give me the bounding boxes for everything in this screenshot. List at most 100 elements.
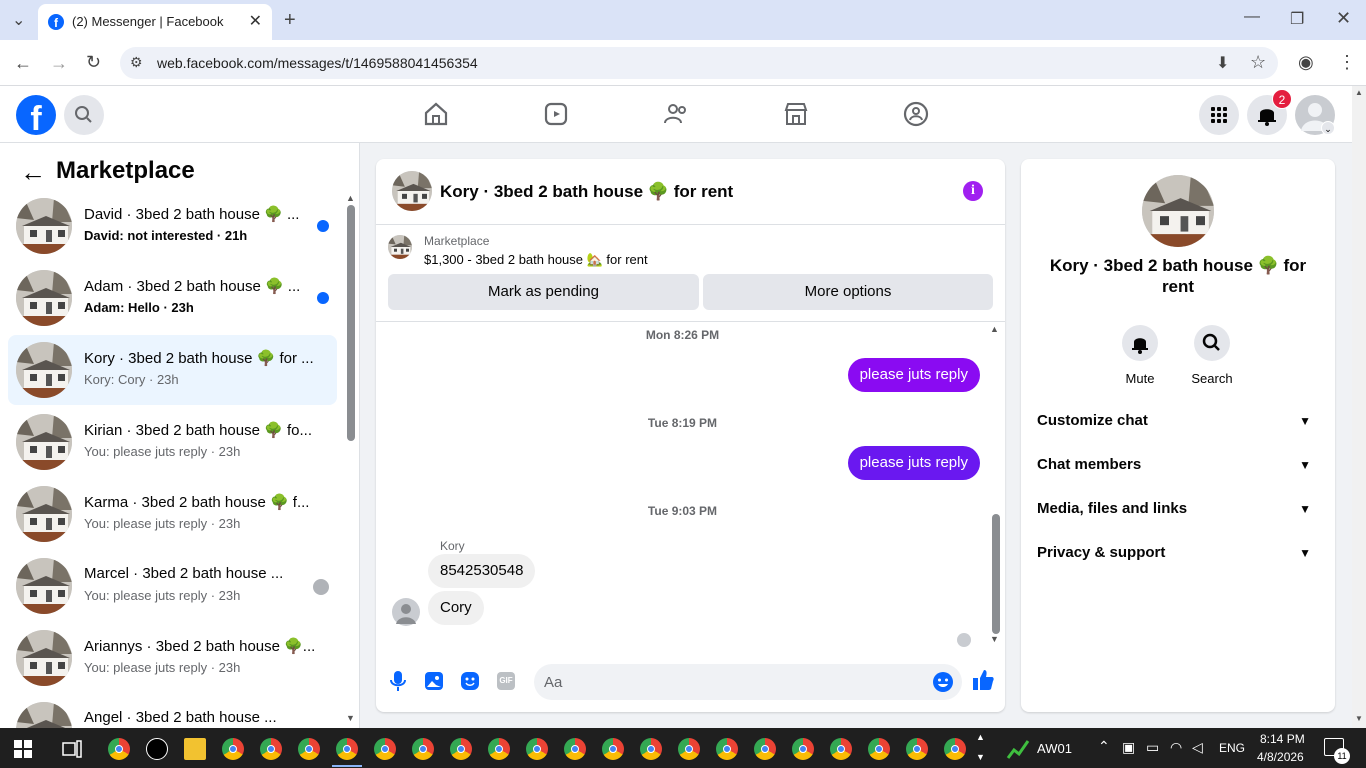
more-options-button[interactable]: More options — [703, 274, 993, 310]
volume-icon[interactable]: ◁ — [1192, 739, 1203, 756]
back-arrow-icon[interactable]: ← — [20, 157, 46, 188]
clock-time[interactable]: 8:14 PM — [1260, 732, 1305, 746]
search-in-chat-button[interactable]: Search — [1182, 325, 1242, 386]
customize-chat-row[interactable]: Customize chat ▼ — [1037, 399, 1319, 443]
thumbs-up-icon[interactable] — [972, 668, 994, 692]
video-icon[interactable] — [542, 100, 570, 128]
site-info-icon[interactable]: ⚙ — [130, 54, 143, 71]
chrome-icon[interactable] — [374, 738, 396, 760]
sticker-icon[interactable] — [460, 671, 480, 691]
chevron-up-icon[interactable]: ▲ — [976, 732, 985, 742]
restore-icon[interactable]: ❐ — [1290, 9, 1304, 29]
scroll-up-icon[interactable]: ▲ — [990, 324, 999, 334]
emoji-icon[interactable] — [932, 671, 954, 693]
chrome-icon[interactable] — [792, 738, 814, 760]
reload-icon[interactable]: ↻ — [86, 52, 101, 73]
home-icon[interactable] — [422, 100, 450, 128]
menu-grid-button[interactable] — [1199, 95, 1239, 135]
bookmark-star-icon[interactable]: ☆ — [1250, 52, 1266, 73]
conversation-item[interactable]: David · 3bed 2 bath house 🌳 ... David: no… — [8, 191, 337, 261]
info-icon[interactable]: i — [963, 181, 983, 201]
chrome-icon[interactable] — [450, 738, 472, 760]
scroll-up-icon[interactable]: ▲ — [346, 193, 355, 203]
scroll-up-icon[interactable]: ▲ — [1355, 88, 1363, 97]
gif-icon[interactable]: GIF — [497, 672, 515, 690]
sidebar-scrollbar[interactable] — [347, 205, 355, 441]
scroll-down-icon[interactable]: ▼ — [346, 713, 355, 723]
mark-as-pending-button[interactable]: Mark as pending — [388, 274, 699, 310]
chrome-icon[interactable] — [754, 738, 776, 760]
sender-avatar[interactable] — [392, 598, 420, 626]
media-files-links-row[interactable]: Media, files and links ▼ — [1037, 487, 1319, 531]
chrome-icon[interactable] — [526, 738, 548, 760]
chrome-icon[interactable] — [488, 738, 510, 760]
chrome-icon[interactable] — [260, 738, 282, 760]
scroll-down-icon[interactable]: ▼ — [1355, 714, 1363, 723]
listing-thumbnail[interactable] — [388, 235, 412, 259]
contact-avatar[interactable] — [1142, 175, 1214, 247]
privacy-support-row[interactable]: Privacy & support ▼ — [1037, 531, 1319, 575]
incoming-message[interactable]: 8542530548 — [428, 554, 536, 588]
conversation-item[interactable]: Angel · 3bed 2 bath house ... — [8, 695, 337, 728]
mute-button[interactable]: Mute — [1110, 325, 1170, 386]
conversation-item[interactable]: Kory · 3bed 2 bath house 🌳 for ... Kory: … — [8, 335, 337, 405]
outgoing-message[interactable]: please juts reply — [847, 358, 980, 392]
chrome-icon[interactable] — [640, 738, 662, 760]
chrome-icon[interactable] — [906, 738, 928, 760]
windows-start-icon[interactable] — [14, 740, 32, 758]
menu-icon[interactable]: ⋮ — [1338, 52, 1356, 73]
outgoing-message[interactable]: please juts reply — [847, 446, 980, 480]
chrome-icon[interactable] — [412, 738, 434, 760]
chrome-icon[interactable] — [944, 738, 966, 760]
page-scrollbar[interactable]: ▲ ▼ — [1352, 86, 1366, 728]
chrome-icon[interactable] — [678, 738, 700, 760]
chrome-icon[interactable] — [332, 738, 362, 767]
scroll-down-icon[interactable]: ▼ — [990, 634, 999, 644]
tiktok-icon[interactable] — [146, 738, 168, 760]
chat-members-row[interactable]: Chat members ▼ — [1037, 443, 1319, 487]
meet-icon[interactable]: ▣ — [1122, 739, 1135, 756]
chrome-icon[interactable] — [298, 738, 320, 760]
browser-tab[interactable]: f (2) Messenger | Facebook ✕ — [38, 4, 272, 40]
task-view-icon[interactable] — [62, 740, 82, 758]
listing-description[interactable]: $1,300 - 3bed 2 bath house 🏡 for rent — [424, 252, 648, 268]
minimize-icon[interactable]: — — [1244, 8, 1260, 26]
battery-icon[interactable]: ▭ — [1146, 739, 1159, 756]
chat-avatar[interactable] — [392, 171, 432, 211]
chrome-icon[interactable] — [222, 738, 244, 760]
conversation-item[interactable]: Karma · 3bed 2 bath house 🌳 f... You: ple… — [8, 479, 337, 549]
groups-icon[interactable] — [902, 100, 930, 128]
chrome-icon[interactable] — [602, 738, 624, 760]
facebook-logo-icon[interactable]: f — [16, 95, 56, 135]
conversation-item[interactable]: Ariannys · 3bed 2 bath house 🌳... You: pl… — [8, 623, 337, 693]
incoming-message[interactable]: Cory — [428, 591, 484, 625]
close-tab-icon[interactable]: ✕ — [249, 11, 262, 31]
account-avatar[interactable]: ⌄ — [1295, 95, 1335, 135]
tray-chevron-up-icon[interactable]: ⌃ — [1098, 738, 1110, 755]
new-tab-icon[interactable]: + — [284, 9, 296, 32]
photo-icon[interactable] — [424, 671, 444, 691]
back-icon[interactable]: ← — [14, 53, 32, 74]
chevron-down-icon[interactable]: ▼ — [976, 752, 985, 762]
microphone-icon[interactable] — [388, 670, 408, 692]
chrome-icon[interactable] — [564, 738, 586, 760]
file-explorer-icon[interactable] — [184, 738, 206, 760]
install-app-icon[interactable]: ⬇ — [1216, 53, 1229, 73]
chat-scrollbar[interactable] — [992, 514, 1000, 634]
tab-search-icon[interactable]: ⌄ — [12, 10, 25, 30]
marketplace-icon[interactable] — [782, 100, 810, 128]
chrome-icon[interactable] — [108, 738, 130, 760]
close-window-icon[interactable]: ✕ — [1336, 8, 1351, 29]
search-button[interactable] — [64, 95, 104, 135]
url-field[interactable]: ⚙ web.facebook.com/messages/t/1469588041… — [120, 47, 1278, 79]
forward-icon[interactable]: → — [50, 53, 68, 74]
language-indicator[interactable]: ENG — [1219, 741, 1245, 755]
chat-title[interactable]: Kory · 3bed 2 bath house 🌳 for rent — [440, 182, 733, 202]
chrome-icon[interactable] — [716, 738, 738, 760]
message-input[interactable]: Aa — [534, 664, 962, 700]
friends-icon[interactable] — [662, 100, 690, 128]
chrome-icon[interactable] — [830, 738, 852, 760]
clock-date[interactable]: 4/8/2026 — [1257, 750, 1304, 764]
stock-chart-icon[interactable] — [1006, 738, 1030, 760]
widget-text[interactable]: AW01 — [1037, 741, 1072, 756]
